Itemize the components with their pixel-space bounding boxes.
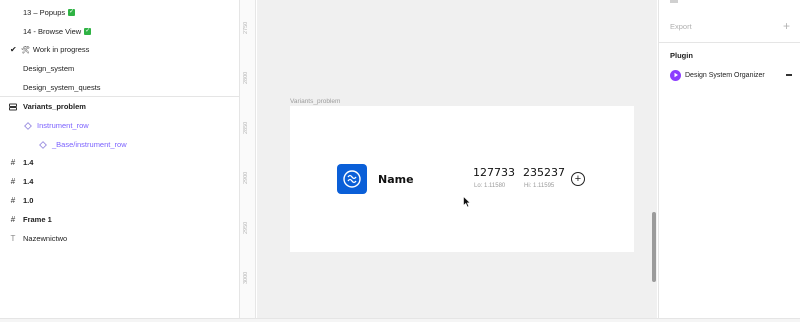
layer-item-frame-1[interactable]: # Frame 1 bbox=[0, 210, 240, 229]
frame-hash-icon: # bbox=[10, 215, 16, 224]
layer-label: 1.4 bbox=[23, 177, 34, 186]
layer-item-browse-view[interactable]: 14 - Browse View ✓ bbox=[0, 22, 240, 41]
frame-hash-icon: # bbox=[10, 158, 16, 167]
add-button[interactable]: + bbox=[571, 172, 585, 186]
ruler-mark: 2800 bbox=[243, 71, 249, 84]
layer-item-frame-1-0[interactable]: # 1.0 bbox=[0, 191, 240, 210]
price-sub-high: Hi: 1.11595 bbox=[524, 183, 555, 189]
ruler-mark: 2750 bbox=[243, 21, 249, 34]
layer-label: Instrument_row bbox=[37, 121, 89, 130]
properties-panel: Export + Plugin Design System Organizer bbox=[658, 0, 800, 322]
layer-label: _Base/instrument_row bbox=[52, 140, 127, 149]
instrument-name: Name bbox=[378, 173, 414, 186]
check-icon: ✓ bbox=[68, 9, 76, 16]
price-sub-low: Lo: 1.11580 bbox=[474, 183, 506, 189]
layer-item-variants-problem[interactable]: Variants_problem bbox=[0, 97, 240, 116]
checkmark-icon: ✔ bbox=[10, 45, 17, 54]
layer-item-popups[interactable]: 13 – Popups ✓ bbox=[0, 3, 240, 22]
bottom-edge bbox=[0, 318, 800, 322]
layer-label: 1.4 bbox=[23, 158, 34, 167]
add-export-icon[interactable]: + bbox=[783, 19, 790, 33]
plugin-section-title: Plugin bbox=[670, 51, 693, 60]
panel-divider bbox=[659, 42, 800, 43]
plugin-item[interactable]: Design System Organizer bbox=[670, 68, 792, 82]
layer-label: Variants_problem bbox=[23, 102, 86, 111]
component-set-icon bbox=[8, 102, 18, 112]
frame-hash-icon: # bbox=[10, 196, 16, 205]
frame-hash-icon: # bbox=[10, 177, 16, 186]
canvas-scrollbar[interactable] bbox=[652, 212, 656, 282]
layer-label: 14 - Browse View bbox=[23, 27, 82, 36]
layer-label: 13 – Popups bbox=[23, 8, 66, 17]
vertical-ruler: 2750 2800 2850 2900 2950 3000 3050 bbox=[240, 0, 256, 322]
mouse-cursor-icon bbox=[463, 195, 471, 210]
layer-label: Nazewnictwo bbox=[23, 234, 68, 243]
layer-label: Design_system_quests bbox=[23, 83, 101, 92]
layer-item-nazewnictwo[interactable]: T Nazewnictwo bbox=[0, 229, 240, 248]
export-section-title: Export bbox=[670, 22, 692, 31]
layer-item-frame-1-4-a[interactable]: # 1.4 bbox=[0, 153, 240, 172]
layer-label: Work in progress bbox=[32, 45, 90, 54]
plugin-play-icon bbox=[670, 69, 681, 81]
frame-label[interactable]: Variants_problem bbox=[290, 98, 340, 105]
component-variant-icon bbox=[38, 140, 48, 150]
component-variant-icon bbox=[23, 121, 33, 131]
layer-label: Frame 1 bbox=[23, 215, 52, 224]
layer-item-instrument-row[interactable]: Instrument_row bbox=[0, 116, 240, 135]
ruler-mark: 2850 bbox=[243, 121, 249, 134]
layer-item-design-system-quests[interactable]: Design_system_quests bbox=[0, 78, 240, 97]
ruler-mark: 2950 bbox=[243, 221, 249, 234]
layer-item-frame-1-4-b[interactable]: # 1.4 bbox=[0, 172, 240, 191]
remove-plugin-icon[interactable] bbox=[786, 74, 792, 76]
design-canvas[interactable]: Variants_problem Name 127733 Lo: 1.11580… bbox=[257, 0, 657, 322]
variants-frame[interactable]: Name 127733 Lo: 1.11580 235237 Hi: 1.115… bbox=[290, 106, 634, 252]
price-value-high: 235237 bbox=[523, 166, 565, 179]
text-icon: T bbox=[10, 234, 16, 243]
layer-item-work-in-progress[interactable]: ✔ 🛠 Work in progress bbox=[0, 40, 240, 59]
check-icon: ✓ bbox=[84, 28, 92, 35]
ruler-mark: 3000 bbox=[243, 271, 249, 284]
plugin-name: Design System Organizer bbox=[685, 71, 765, 79]
layer-label: Design_system bbox=[23, 64, 75, 73]
panel-top-control bbox=[670, 0, 678, 3]
hammer-wrench-icon: 🛠 bbox=[21, 46, 30, 54]
layer-item-base-instrument-row[interactable]: _Base/instrument_row bbox=[0, 135, 240, 154]
layer-label: 1.0 bbox=[23, 196, 34, 205]
price-value-low: 127733 bbox=[473, 166, 515, 179]
brand-logo-icon bbox=[337, 164, 367, 194]
ruler-mark: 2900 bbox=[243, 171, 249, 184]
layer-item-design-system[interactable]: Design_system bbox=[0, 59, 240, 78]
layers-panel: 13 – Popups ✓ 14 - Browse View ✓ ✔ 🛠 Wor… bbox=[0, 0, 240, 322]
